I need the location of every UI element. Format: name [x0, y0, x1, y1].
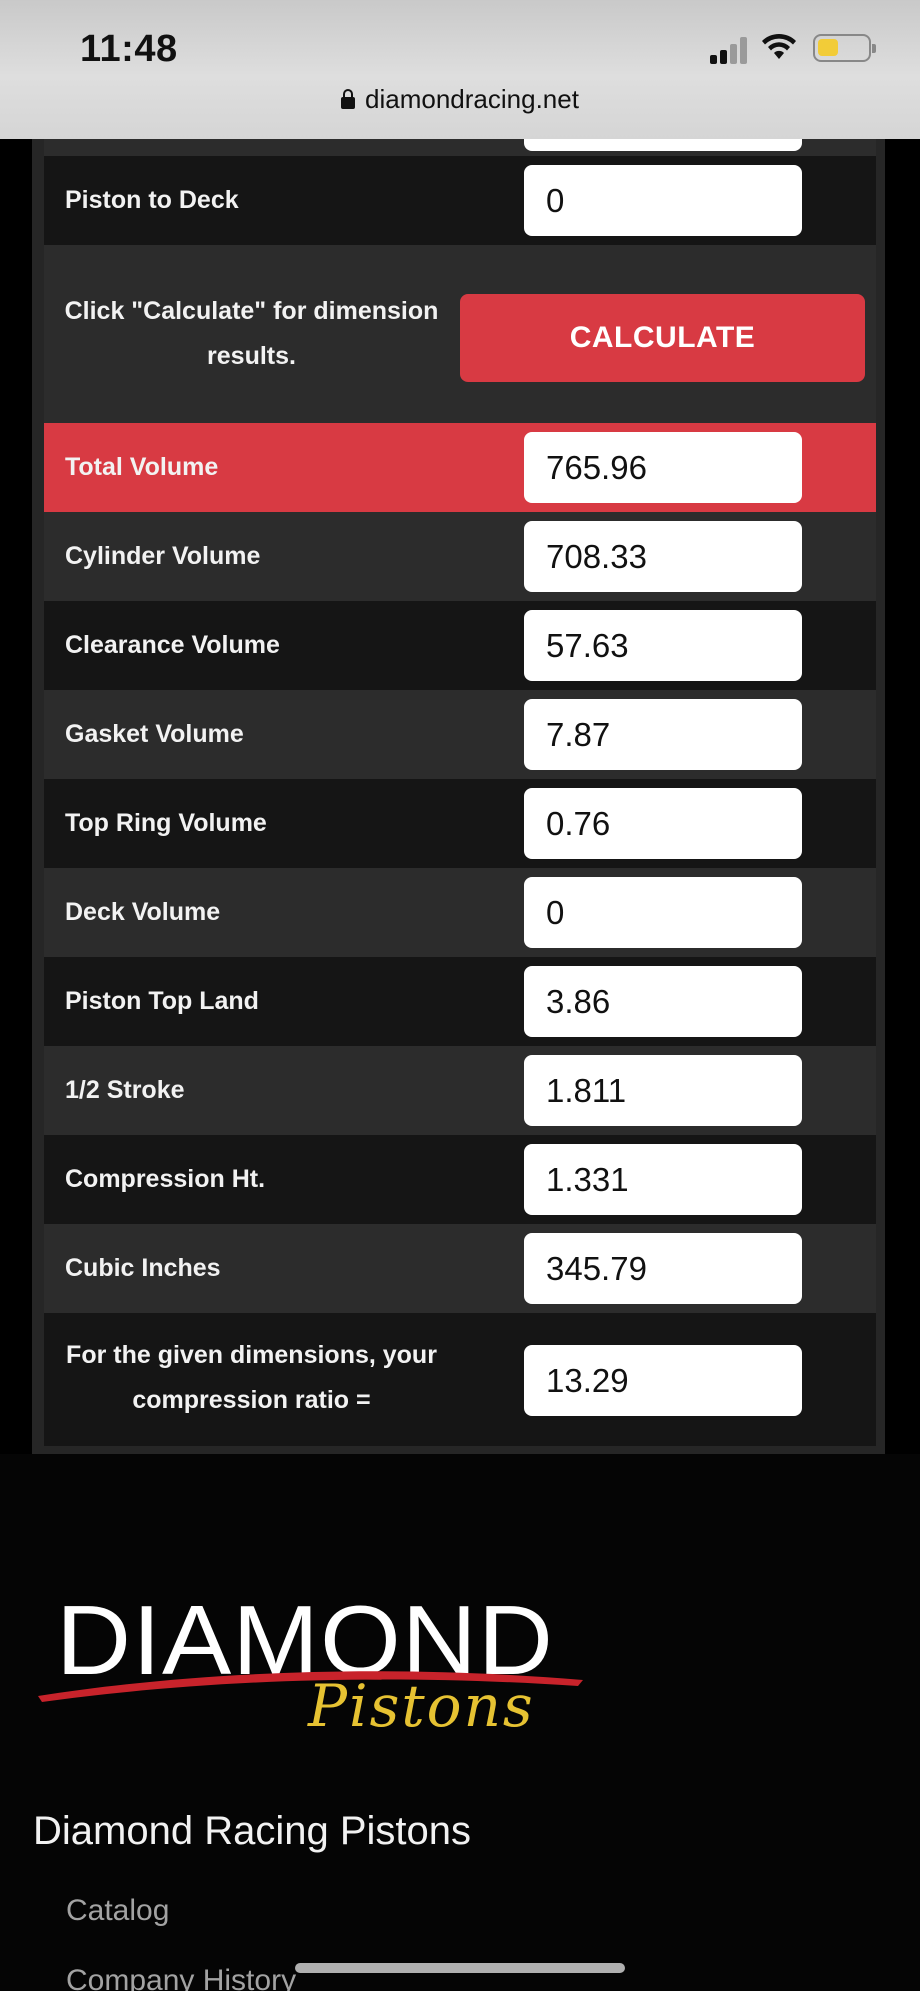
row-gasket-volume: Gasket Volume — [44, 690, 876, 779]
row-label: Compression Ht. — [65, 1165, 266, 1193]
lock-icon — [341, 89, 356, 109]
row-label: Total Volume — [65, 453, 219, 481]
cylinder-volume-field[interactable] — [524, 521, 802, 592]
site-footer: DIAMOND Pistons Diamond Racing Pistons C… — [0, 1454, 920, 1991]
footer-link-catalog[interactable]: Catalog — [66, 1894, 169, 1928]
row-total-volume: Total Volume — [44, 423, 876, 512]
clearance-volume-field[interactable] — [524, 610, 802, 681]
calculator-table: Piston to Deck Click "Calculate" for dim… — [44, 79, 876, 1446]
home-indicator[interactable] — [295, 1963, 625, 1973]
row-top-ring-volume: Top Ring Volume — [44, 779, 876, 868]
gasket-volume-field[interactable] — [524, 699, 802, 770]
compression-ratio-field[interactable] — [524, 1345, 802, 1416]
row-label: Piston to Deck — [65, 186, 239, 214]
row-half-stroke: 1/2 Stroke — [44, 1046, 876, 1135]
calculate-prompt: Click "Calculate" for dimension results. — [64, 297, 439, 370]
calculate-row: Click "Calculate" for dimension results.… — [44, 245, 876, 423]
piston-to-deck-input[interactable] — [524, 165, 802, 236]
row-label: Cylinder Volume — [65, 542, 261, 570]
total-volume-field[interactable] — [524, 432, 802, 503]
row-label: Cubic Inches — [65, 1254, 221, 1282]
compression-height-field[interactable] — [524, 1144, 802, 1215]
logo-subtitle: Pistons — [308, 1672, 535, 1740]
battery-icon — [813, 34, 876, 62]
status-time: 11:48 — [80, 28, 178, 70]
diamond-pistons-logo[interactable]: DIAMOND Pistons — [38, 1584, 588, 1744]
footer-link-company-history[interactable]: Company History — [66, 1964, 296, 1991]
row-cubic-inches: Cubic Inches — [44, 1224, 876, 1313]
row-compression-height: Compression Ht. — [44, 1135, 876, 1224]
wifi-icon — [762, 33, 796, 59]
compression-ratio-row: For the given dimensions, your compressi… — [44, 1313, 876, 1446]
row-piston-to-deck: Piston to Deck — [44, 156, 876, 245]
row-label: Piston Top Land — [65, 987, 259, 1015]
half-stroke-field[interactable] — [524, 1055, 802, 1126]
row-label: Clearance Volume — [65, 631, 280, 659]
cell-signal-icon — [710, 36, 750, 64]
calculate-button[interactable]: CALCULATE — [460, 294, 865, 382]
top-ring-volume-field[interactable] — [524, 788, 802, 859]
row-piston-top-land: Piston Top Land — [44, 957, 876, 1046]
previous-row-partial — [44, 79, 876, 156]
deck-volume-field[interactable] — [524, 877, 802, 948]
row-label: Gasket Volume — [65, 720, 244, 748]
compression-ratio-label: For the given dimensions, your compressi… — [66, 1341, 437, 1414]
footer-title: Diamond Racing Pistons — [33, 1809, 471, 1853]
cubic-inches-field[interactable] — [524, 1233, 802, 1304]
row-cylinder-volume: Cylinder Volume — [44, 512, 876, 601]
row-label: Top Ring Volume — [65, 809, 267, 837]
piston-top-land-field[interactable] — [524, 966, 802, 1037]
row-label: Deck Volume — [65, 898, 221, 926]
row-clearance-volume: Clearance Volume — [44, 601, 876, 690]
browser-top-bar: 11:48 diamondracing.net — [0, 0, 920, 139]
row-label: 1/2 Stroke — [65, 1076, 185, 1104]
url-bar[interactable]: diamondracing.net — [0, 84, 920, 115]
row-deck-volume: Deck Volume — [44, 868, 876, 957]
url-text: diamondracing.net — [365, 84, 579, 114]
